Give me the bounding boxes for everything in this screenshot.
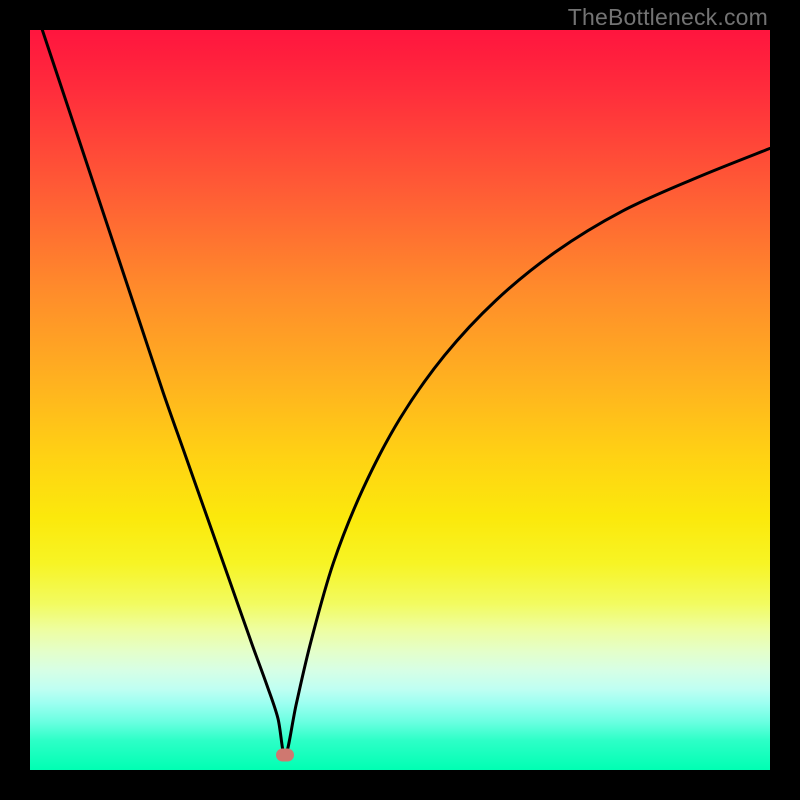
curve-svg xyxy=(30,30,770,770)
chart-frame: TheBottleneck.com xyxy=(0,0,800,800)
optimum-marker xyxy=(276,749,294,762)
plot-area xyxy=(30,30,770,770)
watermark-text: TheBottleneck.com xyxy=(568,4,768,31)
bottleneck-curve xyxy=(30,0,770,755)
